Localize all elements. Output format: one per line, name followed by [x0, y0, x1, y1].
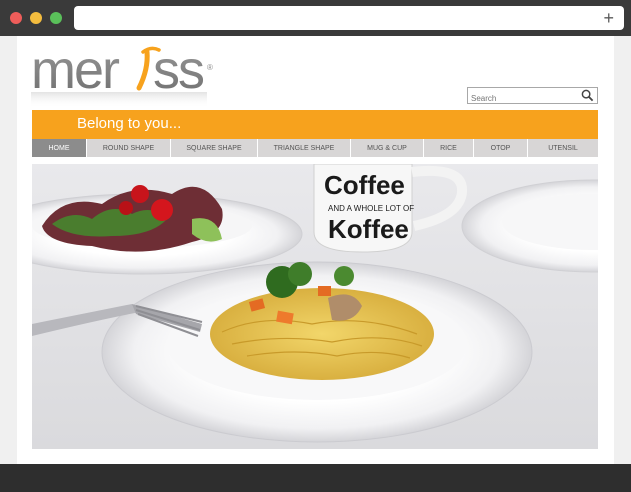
mug-text-middle: AND A WHOLE LOT OF [328, 204, 414, 213]
hero-image[interactable]: Coffee AND A WHOLE LOT OF Koffee [32, 164, 598, 449]
maximize-window-button[interactable] [50, 12, 62, 24]
meriss-logo[interactable]: mer ss ® [31, 42, 221, 112]
search-icon[interactable] [581, 89, 594, 102]
search-box [467, 87, 598, 106]
nav-item-otop[interactable]: OTOP [474, 139, 528, 157]
address-bar[interactable]: + [74, 6, 624, 30]
logo-text-end: ss [153, 42, 204, 100]
nav-item-utensil[interactable]: UTENSIL [528, 139, 598, 157]
nav-item-mug-cup[interactable]: MUG & CUP [351, 139, 424, 157]
registered-mark: ® [207, 63, 213, 72]
nav-item-rice[interactable]: RICE [424, 139, 474, 157]
logo-accent-stroke [136, 49, 150, 91]
nav-item-round-shape[interactable]: ROUND SHAPE [87, 139, 171, 157]
logo-reflection [31, 92, 207, 108]
nav-item-home[interactable]: HOME [32, 139, 87, 157]
nav-item-square-shape[interactable]: SQUARE SHAPE [171, 139, 258, 157]
mug-text-koffee: Koffee [328, 214, 409, 244]
minimize-window-button[interactable] [30, 12, 42, 24]
new-tab-icon[interactable]: + [603, 8, 614, 28]
tagline-banner: Belong to you... [32, 110, 598, 139]
web-page: mer ss ® Belong to you... HOME ROUND SHA… [17, 36, 614, 464]
tagline-text: Belong to you... [77, 115, 182, 132]
browser-chrome: + [0, 0, 631, 36]
close-window-button[interactable] [10, 12, 22, 24]
pasta-plate [101, 261, 533, 443]
browser-viewport: mer ss ® Belong to you... HOME ROUND SHA… [0, 36, 631, 464]
logo-text: mer [31, 42, 120, 100]
mug-text-coffee: Coffee [324, 170, 405, 200]
search-input[interactable] [468, 91, 576, 106]
main-nav: HOME ROUND SHAPE SQUARE SHAPE TRIANGLE S… [32, 139, 598, 157]
nav-item-triangle-shape[interactable]: TRIANGLE SHAPE [258, 139, 351, 157]
browser-bottom-bar [0, 464, 631, 492]
